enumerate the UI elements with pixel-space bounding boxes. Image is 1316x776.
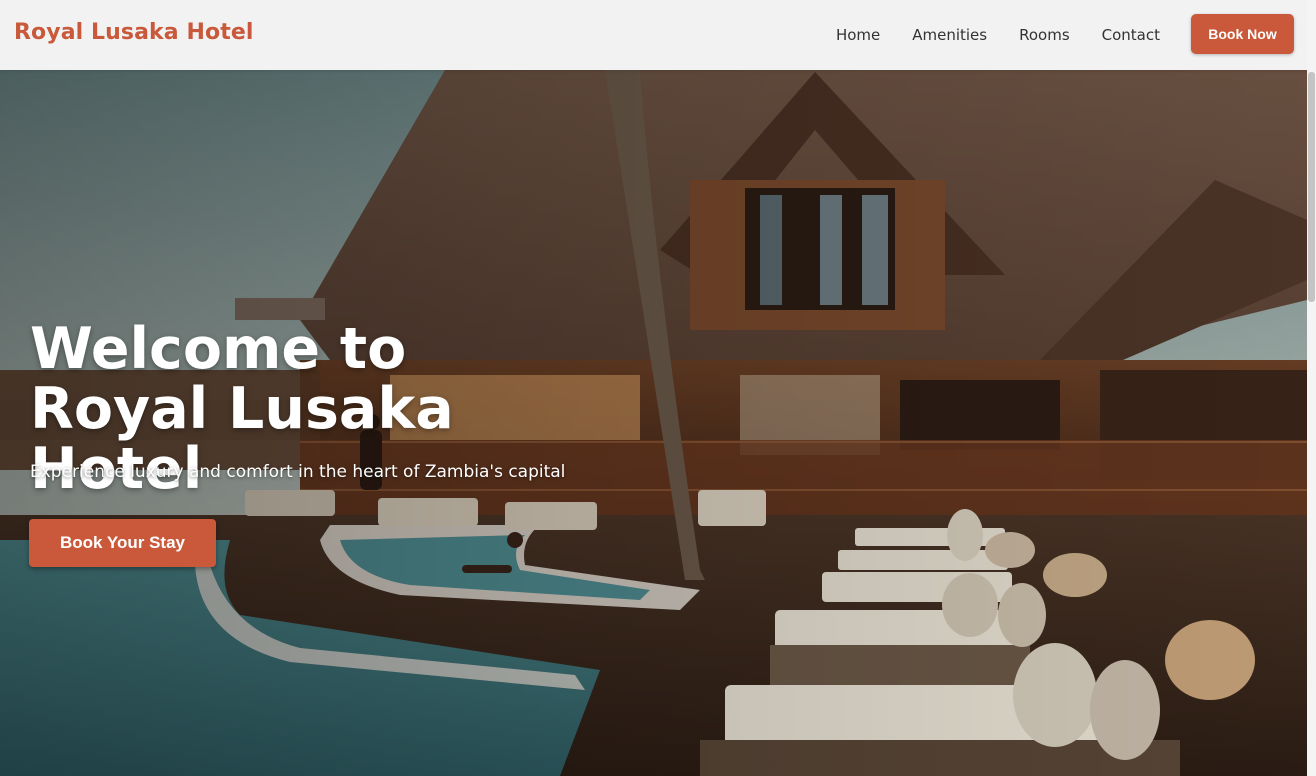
hero-subtitle: Experience luxury and comfort in the hea… <box>30 462 566 482</box>
navbar: Royal Lusaka Hotel Home Amenities Rooms … <box>0 0 1316 70</box>
nav-link-home[interactable]: Home <box>836 26 880 44</box>
scrollbar[interactable] <box>1307 0 1316 776</box>
book-now-button[interactable]: Book Now <box>1191 14 1294 54</box>
scrollbar-thumb[interactable] <box>1308 72 1315 302</box>
brand-logo[interactable]: Royal Lusaka Hotel <box>14 20 254 45</box>
book-your-stay-button[interactable]: Book Your Stay <box>29 519 216 567</box>
nav-link-amenities[interactable]: Amenities <box>912 26 987 44</box>
nav-link-rooms[interactable]: Rooms <box>1019 26 1070 44</box>
hero-section: Welcome to Royal Lusaka Hotel Experience… <box>0 70 1307 776</box>
nav-link-contact[interactable]: Contact <box>1102 26 1160 44</box>
nav-menu: Home Amenities Rooms Contact <box>804 0 1160 70</box>
